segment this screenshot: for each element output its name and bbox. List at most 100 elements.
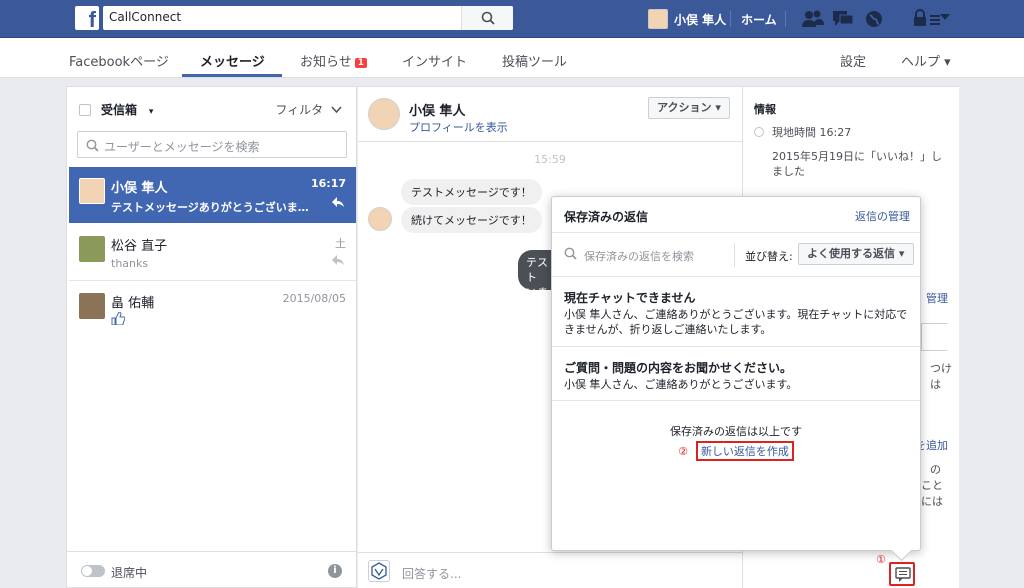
step-marker-2: ②	[678, 445, 688, 458]
away-toggle[interactable]	[81, 565, 105, 577]
clock-icon	[754, 127, 764, 137]
filter-label: フィルタ	[275, 103, 324, 117]
conversation-time: 2015/08/05	[282, 292, 346, 305]
notification-badge: 1	[354, 58, 368, 68]
saved-replies-button[interactable]	[889, 562, 915, 586]
message-timestamp: 15:59	[534, 153, 566, 166]
notifications-globe-icon[interactable]	[864, 9, 884, 29]
sort-dropdown[interactable]: よく使用する返信 ▾	[798, 243, 914, 265]
text-fragment: つけ	[930, 362, 952, 375]
list-icon[interactable]	[930, 9, 940, 29]
step-marker-1: ①	[876, 553, 886, 566]
privacy-lock-icon[interactable]	[912, 9, 928, 29]
tab-messages[interactable]: メッセージ	[200, 51, 265, 70]
conversation-list-panel: 受信箱 ▾ フィルタ ユーザーとメッセージを検索 小俣 隼人 16:17 テスト…	[66, 86, 357, 588]
reply-composer: 回答する...	[358, 552, 942, 588]
availability-footer: 退席中 i	[67, 551, 356, 587]
page-logo	[368, 560, 390, 582]
search-button[interactable]	[461, 6, 513, 30]
inbox-selector[interactable]: 受信箱 ▾	[79, 101, 153, 118]
chat-header: 小俣 隼人 プロフィールを表示 アクション ▾	[358, 87, 742, 142]
search-bar[interactable]: CallConnect	[103, 6, 513, 30]
replied-arrow-icon	[332, 197, 344, 207]
saved-replies-toolbar: 保存済みの返信を検索 並び替え: よく使用する返信 ▾	[552, 233, 920, 277]
filter-button[interactable]: フィルタ	[275, 101, 342, 118]
tab-facebook-page[interactable]: Facebookページ	[69, 51, 169, 70]
select-all-checkbox[interactable]	[79, 104, 91, 116]
home-link[interactable]: ホーム	[741, 11, 777, 28]
avatar	[79, 236, 105, 262]
liked-text: 2015年5月19日に「いいね！」しました	[772, 150, 942, 178]
saved-reply-item[interactable]: 現在チャットできません 小俣 隼人さん、ご連絡ありがとうございます。現在チャット…	[552, 277, 920, 347]
avatar	[368, 207, 392, 231]
manage-link-fragment[interactable]: 管理	[926, 290, 948, 306]
chevron-down-icon: ▾	[148, 107, 154, 117]
saved-reply-speech-icon	[895, 567, 911, 582]
conversation-name: 小俣 隼人	[111, 181, 168, 196]
hexagon-logo-icon	[371, 562, 387, 580]
text-fragment: こと	[921, 479, 943, 492]
liked-date: 2015年5月19日に「いいね！」しました	[754, 149, 944, 179]
note-input-fragment[interactable]	[921, 323, 947, 351]
page-nav: Facebookページ メッセージ お知らせ 1 インサイト 投稿ツール 設定 ヘ…	[0, 38, 1024, 78]
saved-reply-title: 現在チャットできません	[564, 291, 696, 305]
conversation-time: 土	[335, 237, 346, 250]
divider	[730, 11, 731, 27]
help-menu[interactable]: ヘルプ ▾	[901, 51, 951, 70]
active-tab-indicator	[182, 74, 282, 77]
text-fragment: の	[930, 463, 941, 476]
saved-reply-title: ご質問・問題の内容をお聞かせください。	[564, 361, 793, 375]
saved-reply-item[interactable]: ご質問・問題の内容をお聞かせください。 小俣 隼人さん、ご連絡ありがとうございま…	[552, 347, 920, 401]
conversation-item[interactable]: 松谷 直子 土 thanks	[69, 225, 356, 281]
divider	[785, 11, 786, 27]
profile-link[interactable]: 小俣 隼人	[648, 9, 726, 29]
tab-notifications-label: お知らせ	[300, 55, 352, 70]
divider	[734, 243, 735, 267]
view-profile-link[interactable]: プロフィールを表示	[409, 119, 508, 135]
action-button[interactable]: アクション ▾	[648, 97, 730, 119]
info-title: 情報	[754, 103, 776, 116]
tab-publishing-tools[interactable]: 投稿ツール	[502, 51, 567, 70]
create-new-reply-link[interactable]: 新しい返信を作成	[695, 441, 794, 461]
search-input[interactable]: CallConnect	[109, 10, 181, 24]
conversation-name: 松谷 直子	[111, 239, 168, 254]
user-name: 小俣 隼人	[674, 12, 727, 27]
search-placeholder: ユーザーとメッセージを検索	[104, 140, 260, 154]
saved-replies-end: 保存済みの返信は以上です ② 新しい返信を作成	[552, 423, 920, 461]
conversation-name: 畠 佑輔	[111, 296, 155, 311]
chevron-down-icon	[331, 106, 342, 114]
sort-label: 並び替え:	[745, 250, 793, 263]
tab-notifications[interactable]: お知らせ 1	[300, 51, 368, 70]
text-fragment: には	[921, 495, 943, 508]
top-bar: f CallConnect 小俣 隼人 ホーム	[0, 0, 1024, 38]
conversation-search-input[interactable]: ユーザーとメッセージを検索	[77, 131, 347, 158]
reply-input[interactable]: 回答する...	[402, 565, 461, 582]
search-icon	[481, 11, 495, 25]
settings-link[interactable]: 設定	[840, 51, 866, 70]
like-thumb-icon	[111, 312, 125, 325]
inbox-label: 受信箱	[101, 103, 138, 117]
chat-contact-name: 小俣 隼人	[409, 104, 466, 119]
local-time: 現地時間 16:27	[754, 125, 851, 140]
saved-reply-body: 小俣 隼人さん、ご連絡ありがとうございます。現在チャットに対応できませんが、折り…	[564, 308, 908, 336]
avatar	[79, 293, 105, 319]
friend-requests-icon[interactable]	[802, 9, 824, 29]
conversation-item[interactable]: 畠 佑輔 2015/08/05	[69, 282, 356, 338]
saved-replies-popup: 保存済みの返信 返信の管理 保存済みの返信を検索 並び替え: よく使用する返信 …	[551, 196, 921, 551]
saved-replies-title: 保存済みの返信	[564, 210, 649, 224]
away-label: 退席中	[111, 566, 148, 580]
saved-replies-search-input[interactable]: 保存済みの返信を検索	[584, 248, 694, 264]
conversation-item[interactable]: 小俣 隼人 16:17 テストメッセージありがとうございま…	[69, 167, 356, 223]
conversation-preview: thanks	[111, 257, 149, 270]
manage-replies-link[interactable]: 返信の管理	[855, 208, 910, 224]
account-menu-chevron-icon[interactable]	[940, 14, 950, 22]
incoming-message: 続けてメッセージです！	[401, 207, 542, 233]
facebook-logo[interactable]: f	[75, 6, 99, 32]
search-icon	[564, 247, 577, 260]
replied-arrow-icon	[332, 255, 344, 265]
info-icon[interactable]: i	[328, 564, 342, 578]
tab-insights[interactable]: インサイト	[402, 51, 467, 70]
avatar	[79, 178, 105, 204]
avatar	[368, 98, 400, 130]
messages-icon[interactable]	[832, 9, 854, 29]
